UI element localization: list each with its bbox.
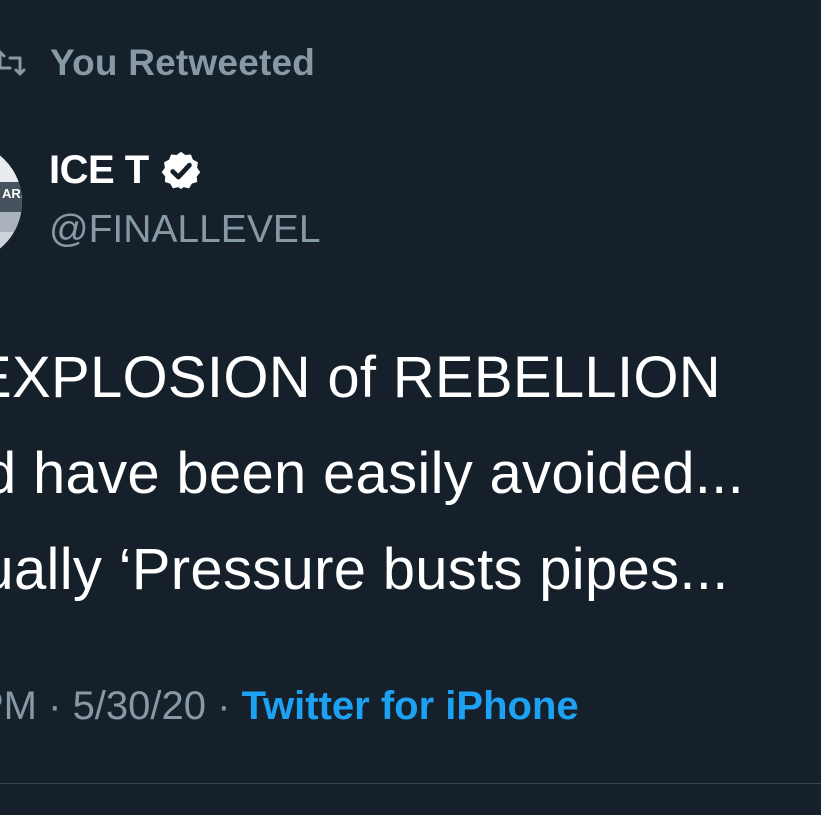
tweet-metadata: PM · 5/30/20 · Twitter for iPhone	[0, 684, 579, 729]
author-name-row[interactable]: ICE T	[49, 148, 203, 193]
tweet-detail-view: You Retweeted ARI ICE T @FINALLEVEL EXPL…	[0, 0, 821, 815]
avatar[interactable]: ARI	[0, 142, 22, 262]
tweet-date[interactable]: 5/30/20	[73, 684, 206, 728]
author-handle[interactable]: @FINALLEVEL	[49, 208, 321, 252]
meta-separator: ·	[48, 684, 73, 728]
display-name[interactable]: ICE T	[49, 148, 149, 193]
tweet-source-link[interactable]: Twitter for iPhone	[242, 684, 579, 728]
meta-separator: ·	[217, 684, 242, 728]
avatar-text: ARI	[2, 186, 22, 201]
retweet-label: You Retweeted	[50, 42, 316, 83]
tweet-line: EXPLOSION of REBELLION	[0, 345, 721, 410]
retweet-icon	[0, 50, 26, 76]
tweet-time: PM	[0, 684, 37, 728]
tweet-line: d have been easily avoided...	[0, 441, 745, 506]
verified-badge-icon	[161, 151, 200, 189]
tweet-text: EXPLOSION of REBELLION d have been easil…	[0, 330, 821, 618]
divider	[0, 783, 821, 784]
tweet-line: tually ‘Pressure busts pipes...	[0, 537, 729, 602]
